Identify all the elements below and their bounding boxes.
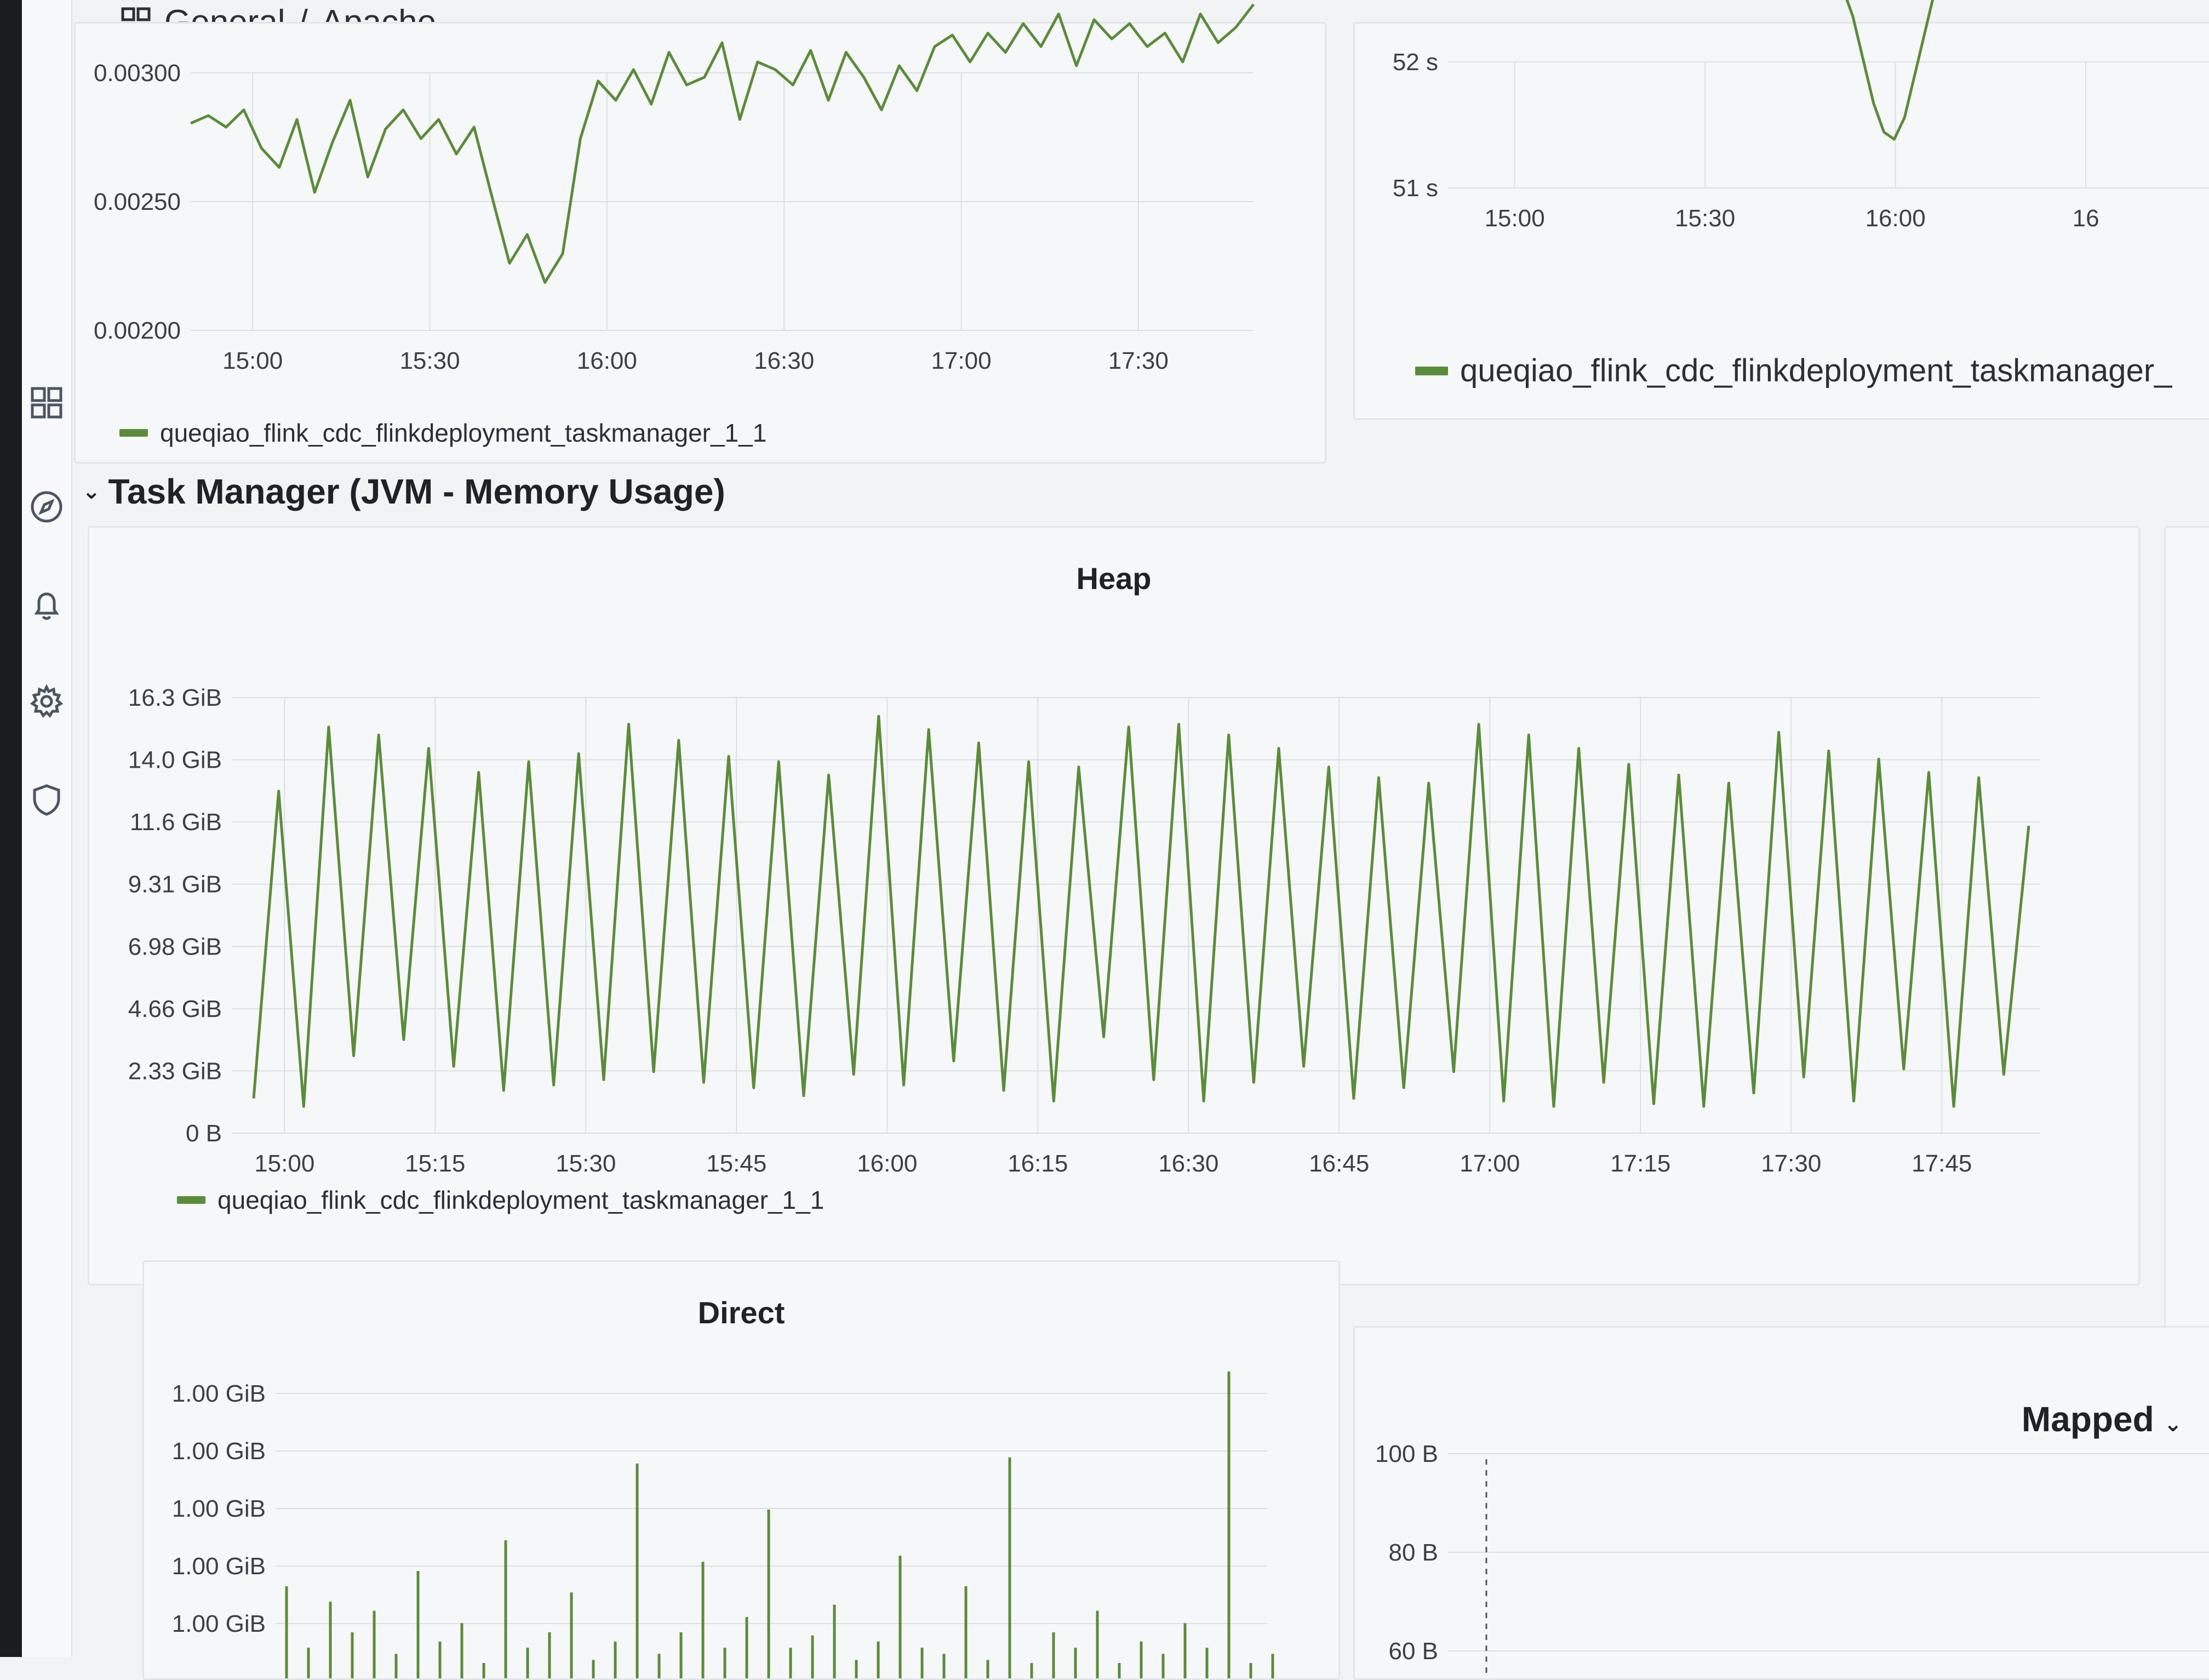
- x-tick-label: 15:00: [1485, 205, 1545, 232]
- y-tick-label: 0.00200: [94, 317, 181, 344]
- legend-swatch: [119, 429, 148, 437]
- legend-label: queqiao_flink_cdc_flinkdeployment_taskma…: [218, 1186, 825, 1214]
- x-tick-label: 15:30: [399, 347, 460, 374]
- x-tick-label: 15:30: [556, 1150, 616, 1177]
- panel-right-partial: [2164, 526, 2209, 1351]
- y-tick-label: 2.33 GiB: [128, 1058, 222, 1084]
- panel-top-right: 52 s 51 s 15:00 15:30 16:00 16 queqiao_flink_…: [1353, 0, 2209, 420]
- x-tick-label: 16:00: [1865, 205, 1926, 232]
- x-tick-label: 17:00: [931, 347, 991, 374]
- x-tick-label: 17:15: [1610, 1150, 1670, 1177]
- legend-top-left[interactable]: queqiao_flink_cdc_flinkdeployment_taskma…: [119, 418, 766, 448]
- x-tick-label: 15:30: [1675, 205, 1735, 232]
- y-tick-label: 60 B: [1388, 1638, 1438, 1665]
- legend-label: queqiao_flink_cdc_flinkdeployment_taskma…: [1460, 353, 2172, 388]
- x-tick-label: 16:30: [754, 347, 814, 374]
- heap-chart: 16.3 GiB 14.0 GiB 11.6 GiB 9.31 GiB 6.98 GiB…: [128, 684, 2040, 1177]
- y-tick-label: 1.00 GiB: [172, 1438, 266, 1465]
- row-title: Task Manager (JVM - Memory Usage): [108, 472, 725, 511]
- y-tick-label: 0.00250: [94, 188, 181, 215]
- explore-icon[interactable]: [22, 482, 71, 532]
- y-tick-label: 100 B: [1375, 1441, 1438, 1467]
- y-tick-label: 80 B: [1388, 1539, 1438, 1566]
- legend-heap[interactable]: queqiao_flink_cdc_flinkdeployment_taskma…: [177, 1185, 824, 1215]
- y-tick-label: 51 s: [1393, 175, 1438, 202]
- panel-heap: Heap 16.3 GiB 14.0 GiB 11.6 GiB 9.31 GiB 6.9…: [88, 526, 2140, 1285]
- y-tick-label: 0.00300: [94, 60, 181, 87]
- x-tick-label: 16:15: [1008, 1150, 1068, 1177]
- y-tick-label: 1.00 GiB: [172, 1495, 266, 1522]
- y-tick-label: 4.66 GiB: [128, 996, 222, 1022]
- x-tick-label: 16:00: [857, 1150, 917, 1177]
- x-tick-label: 15:45: [706, 1150, 766, 1177]
- panel-mapped: Mapped ⌄ 100 B 80 B 60 B: [1353, 1326, 2209, 1680]
- y-tick-label: 6.98 GiB: [128, 933, 222, 960]
- panel-top-left: 0.00300 0.00250 0.00200 15:00 15:30 16:00 16:3…: [74, 3, 1326, 464]
- y-tick-label: 1.00 GiB: [172, 1380, 266, 1407]
- x-tick-label: 17:45: [1912, 1150, 1972, 1177]
- dashboards-icon[interactable]: [22, 378, 71, 427]
- y-tick-label: 11.6 GiB: [130, 809, 222, 836]
- y-tick-label: 52 s: [1393, 49, 1438, 76]
- x-tick-label: 16:00: [577, 347, 637, 374]
- panel-direct: Direct 1.00 GiB 1.00 GiB 1.00 GiB 1.00 GiB 1…: [142, 1260, 1340, 1680]
- chevron-down-icon: ⌄: [82, 479, 101, 504]
- shield-icon[interactable]: [22, 775, 71, 825]
- legend-swatch: [177, 1196, 205, 1204]
- series-line-top-left: [190, 3, 1255, 284]
- x-tick-label: 16: [2073, 205, 2099, 232]
- top-left-chart: 0.00300 0.00250 0.00200 15:00 15:30 16:00 16:3…: [94, 3, 1255, 374]
- x-tick-label: 15:15: [405, 1150, 465, 1177]
- x-tick-label: 17:00: [1460, 1150, 1520, 1177]
- monitor-bezel: [0, 0, 22, 1657]
- y-tick-label: 1.00 GiB: [172, 1610, 266, 1637]
- x-tick-label: 16:45: [1309, 1150, 1369, 1177]
- mapped-chart: 100 B 80 B 60 B: [1375, 1441, 2209, 1678]
- y-tick-label: 1.00 GiB: [172, 1553, 266, 1580]
- y-tick-label: 16.3 GiB: [128, 684, 222, 711]
- x-tick-label: 15:00: [222, 347, 283, 374]
- row-header-jvm-memory[interactable]: ⌄ Task Manager (JVM - Memory Usage): [82, 471, 725, 512]
- legend-label: queqiao_flink_cdc_flinkdeployment_taskma…: [160, 419, 767, 447]
- alerting-bell-icon[interactable]: [22, 581, 71, 630]
- x-tick-label: 17:30: [1108, 347, 1169, 374]
- x-tick-label: 17:30: [1761, 1150, 1821, 1177]
- side-navigation: [22, 0, 72, 1657]
- direct-chart: 1.00 GiB 1.00 GiB 1.00 GiB 1.00 GiB 1.00 GiB: [172, 1372, 1274, 1678]
- x-tick-label: 15:00: [254, 1150, 314, 1177]
- y-tick-label: 14.0 GiB: [128, 747, 222, 774]
- legend-swatch: [1415, 366, 1448, 375]
- series-line-heap: [252, 715, 2030, 1108]
- x-tick-label: 16:30: [1158, 1150, 1218, 1177]
- y-tick-label: 9.31 GiB: [128, 871, 222, 898]
- y-tick-label: 0 B: [186, 1120, 222, 1147]
- legend-top-right[interactable]: queqiao_flink_cdc_flinkdeployment_taskma…: [1415, 352, 2172, 389]
- settings-gear-icon[interactable]: [22, 677, 71, 726]
